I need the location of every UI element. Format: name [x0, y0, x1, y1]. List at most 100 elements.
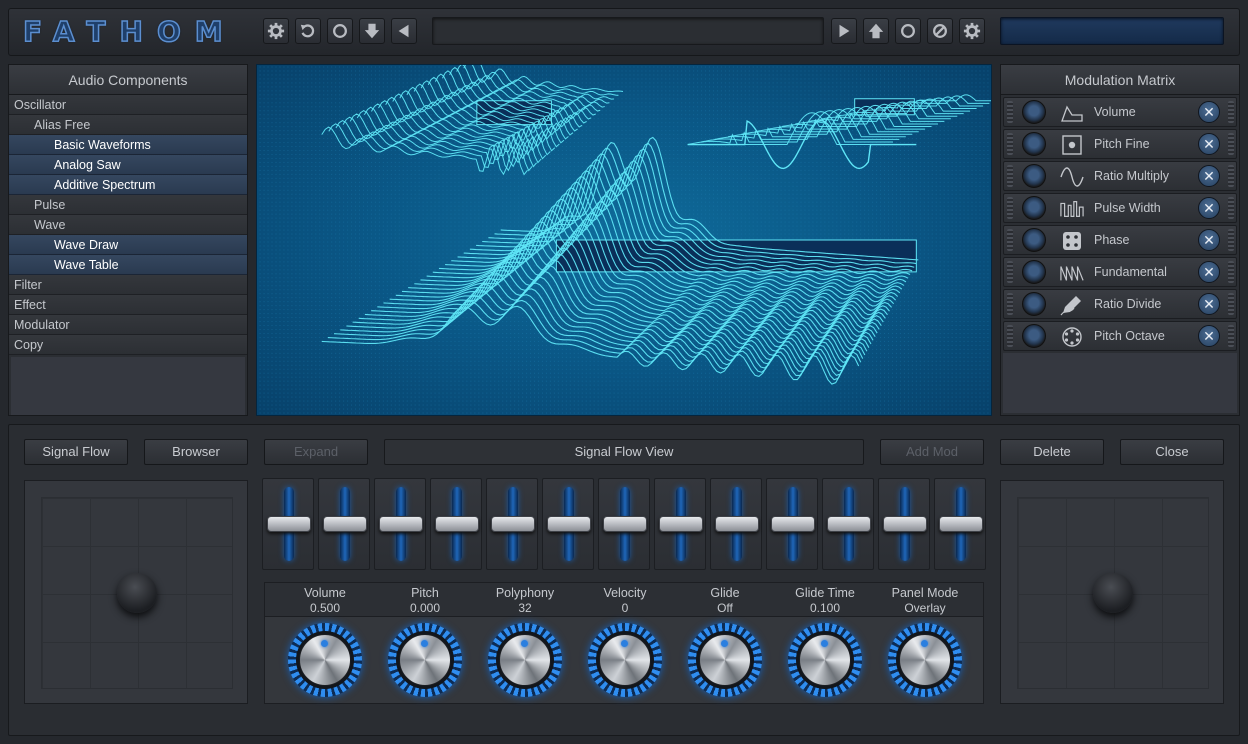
- settings-button[interactable]: [263, 18, 289, 44]
- drag-grip-right[interactable]: [1228, 133, 1234, 155]
- slider-thumb[interactable]: [883, 516, 927, 532]
- mod-amount-knob[interactable]: [1022, 100, 1046, 124]
- macro-slider[interactable]: [374, 478, 426, 570]
- component-item[interactable]: Modulator: [9, 315, 247, 335]
- component-item[interactable]: Alias Free: [9, 115, 247, 135]
- macro-slider[interactable]: [766, 478, 818, 570]
- add-mod-button[interactable]: Add Mod: [880, 439, 984, 465]
- modulation-row[interactable]: Ratio Divide ✕: [1003, 289, 1237, 319]
- parameter-knob[interactable]: [688, 623, 762, 697]
- drag-grip-right[interactable]: [1228, 101, 1234, 123]
- component-item[interactable]: Copy: [9, 335, 247, 355]
- mod-amount-knob[interactable]: [1022, 132, 1046, 156]
- component-item[interactable]: Basic Waveforms: [9, 135, 247, 155]
- remove-mod-button[interactable]: ✕: [1198, 133, 1220, 155]
- macro-slider[interactable]: [542, 478, 594, 570]
- drag-grip-left[interactable]: [1007, 101, 1013, 123]
- waveform-visualizer[interactable]: [256, 64, 992, 416]
- macro-slider[interactable]: [654, 478, 706, 570]
- macro-slider[interactable]: [486, 478, 538, 570]
- slider-thumb[interactable]: [939, 516, 983, 532]
- parameter-knob[interactable]: [888, 623, 962, 697]
- component-item[interactable]: Oscillator: [9, 95, 247, 115]
- browser-button[interactable]: Browser: [144, 439, 248, 465]
- mod-amount-knob[interactable]: [1022, 292, 1046, 316]
- slider-thumb[interactable]: [715, 516, 759, 532]
- slider-thumb[interactable]: [603, 516, 647, 532]
- close-button[interactable]: Close: [1120, 439, 1224, 465]
- slider-thumb[interactable]: [771, 516, 815, 532]
- xy-pad-puck[interactable]: [117, 573, 157, 613]
- expand-button[interactable]: Expand: [264, 439, 368, 465]
- remove-mod-button[interactable]: ✕: [1198, 293, 1220, 315]
- component-item[interactable]: Effect: [9, 295, 247, 315]
- remove-mod-button[interactable]: ✕: [1198, 261, 1220, 283]
- macro-slider[interactable]: [430, 478, 482, 570]
- next-button[interactable]: [831, 18, 857, 44]
- modulation-row[interactable]: Pitch Fine ✕: [1003, 129, 1237, 159]
- drag-grip-left[interactable]: [1007, 261, 1013, 283]
- drag-grip-right[interactable]: [1228, 197, 1234, 219]
- drag-grip-right[interactable]: [1228, 165, 1234, 187]
- slider-thumb[interactable]: [267, 516, 311, 532]
- component-item[interactable]: Analog Saw: [9, 155, 247, 175]
- slider-thumb[interactable]: [827, 516, 871, 532]
- slider-thumb[interactable]: [379, 516, 423, 532]
- mod-amount-knob[interactable]: [1022, 228, 1046, 252]
- preset-display[interactable]: [432, 17, 824, 45]
- remove-mod-button[interactable]: ✕: [1198, 165, 1220, 187]
- remove-mod-button[interactable]: ✕: [1198, 197, 1220, 219]
- slider-thumb[interactable]: [547, 516, 591, 532]
- drag-grip-right[interactable]: [1228, 293, 1234, 315]
- slider-thumb[interactable]: [323, 516, 367, 532]
- component-item[interactable]: Wave Draw: [9, 235, 247, 255]
- drag-grip-left[interactable]: [1007, 133, 1013, 155]
- drag-grip-right[interactable]: [1228, 261, 1234, 283]
- slider-thumb[interactable]: [435, 516, 479, 532]
- component-item[interactable]: Filter: [9, 275, 247, 295]
- parameter-knob[interactable]: [288, 623, 362, 697]
- macro-slider[interactable]: [318, 478, 370, 570]
- modulation-row[interactable]: Pitch Octave ✕: [1003, 321, 1237, 351]
- macro-slider[interactable]: [710, 478, 762, 570]
- macro-slider[interactable]: [598, 478, 650, 570]
- macro-slider[interactable]: [878, 478, 930, 570]
- parameter-knob[interactable]: [788, 623, 862, 697]
- xy-pad-right[interactable]: [1000, 480, 1224, 704]
- modulation-row[interactable]: Ratio Multiply ✕: [1003, 161, 1237, 191]
- slider-thumb[interactable]: [659, 516, 703, 532]
- mod-amount-knob[interactable]: [1022, 260, 1046, 284]
- xy-pad-left[interactable]: [24, 480, 248, 704]
- mod-amount-knob[interactable]: [1022, 164, 1046, 188]
- signal-flow-button[interactable]: Signal Flow: [24, 439, 128, 465]
- load-button[interactable]: [359, 18, 385, 44]
- monitor-button[interactable]: [895, 18, 921, 44]
- drag-grip-left[interactable]: [1007, 325, 1013, 347]
- component-item[interactable]: Wave Table: [9, 255, 247, 275]
- component-item[interactable]: Wave: [9, 215, 247, 235]
- parameter-knob[interactable]: [388, 623, 462, 697]
- xy-pad-puck[interactable]: [1093, 573, 1133, 613]
- previous-button[interactable]: [391, 18, 417, 44]
- modulation-row[interactable]: Fundamental ✕: [1003, 257, 1237, 287]
- remove-mod-button[interactable]: ✕: [1198, 229, 1220, 251]
- drag-grip-right[interactable]: [1228, 325, 1234, 347]
- parameter-knob[interactable]: [588, 623, 662, 697]
- parameter-knob[interactable]: [488, 623, 562, 697]
- macro-slider[interactable]: [822, 478, 874, 570]
- delete-button[interactable]: Delete: [1000, 439, 1104, 465]
- modulation-row[interactable]: Volume ✕: [1003, 97, 1237, 127]
- save-button[interactable]: [863, 18, 889, 44]
- drag-grip-right[interactable]: [1228, 229, 1234, 251]
- mod-amount-knob[interactable]: [1022, 324, 1046, 348]
- drag-grip-left[interactable]: [1007, 229, 1013, 251]
- mod-amount-knob[interactable]: [1022, 196, 1046, 220]
- record-button[interactable]: [327, 18, 353, 44]
- component-item[interactable]: Additive Spectrum: [9, 175, 247, 195]
- drag-grip-left[interactable]: [1007, 165, 1013, 187]
- slider-thumb[interactable]: [491, 516, 535, 532]
- remove-mod-button[interactable]: ✕: [1198, 325, 1220, 347]
- drag-grip-left[interactable]: [1007, 197, 1013, 219]
- remove-mod-button[interactable]: ✕: [1198, 101, 1220, 123]
- drag-grip-left[interactable]: [1007, 293, 1013, 315]
